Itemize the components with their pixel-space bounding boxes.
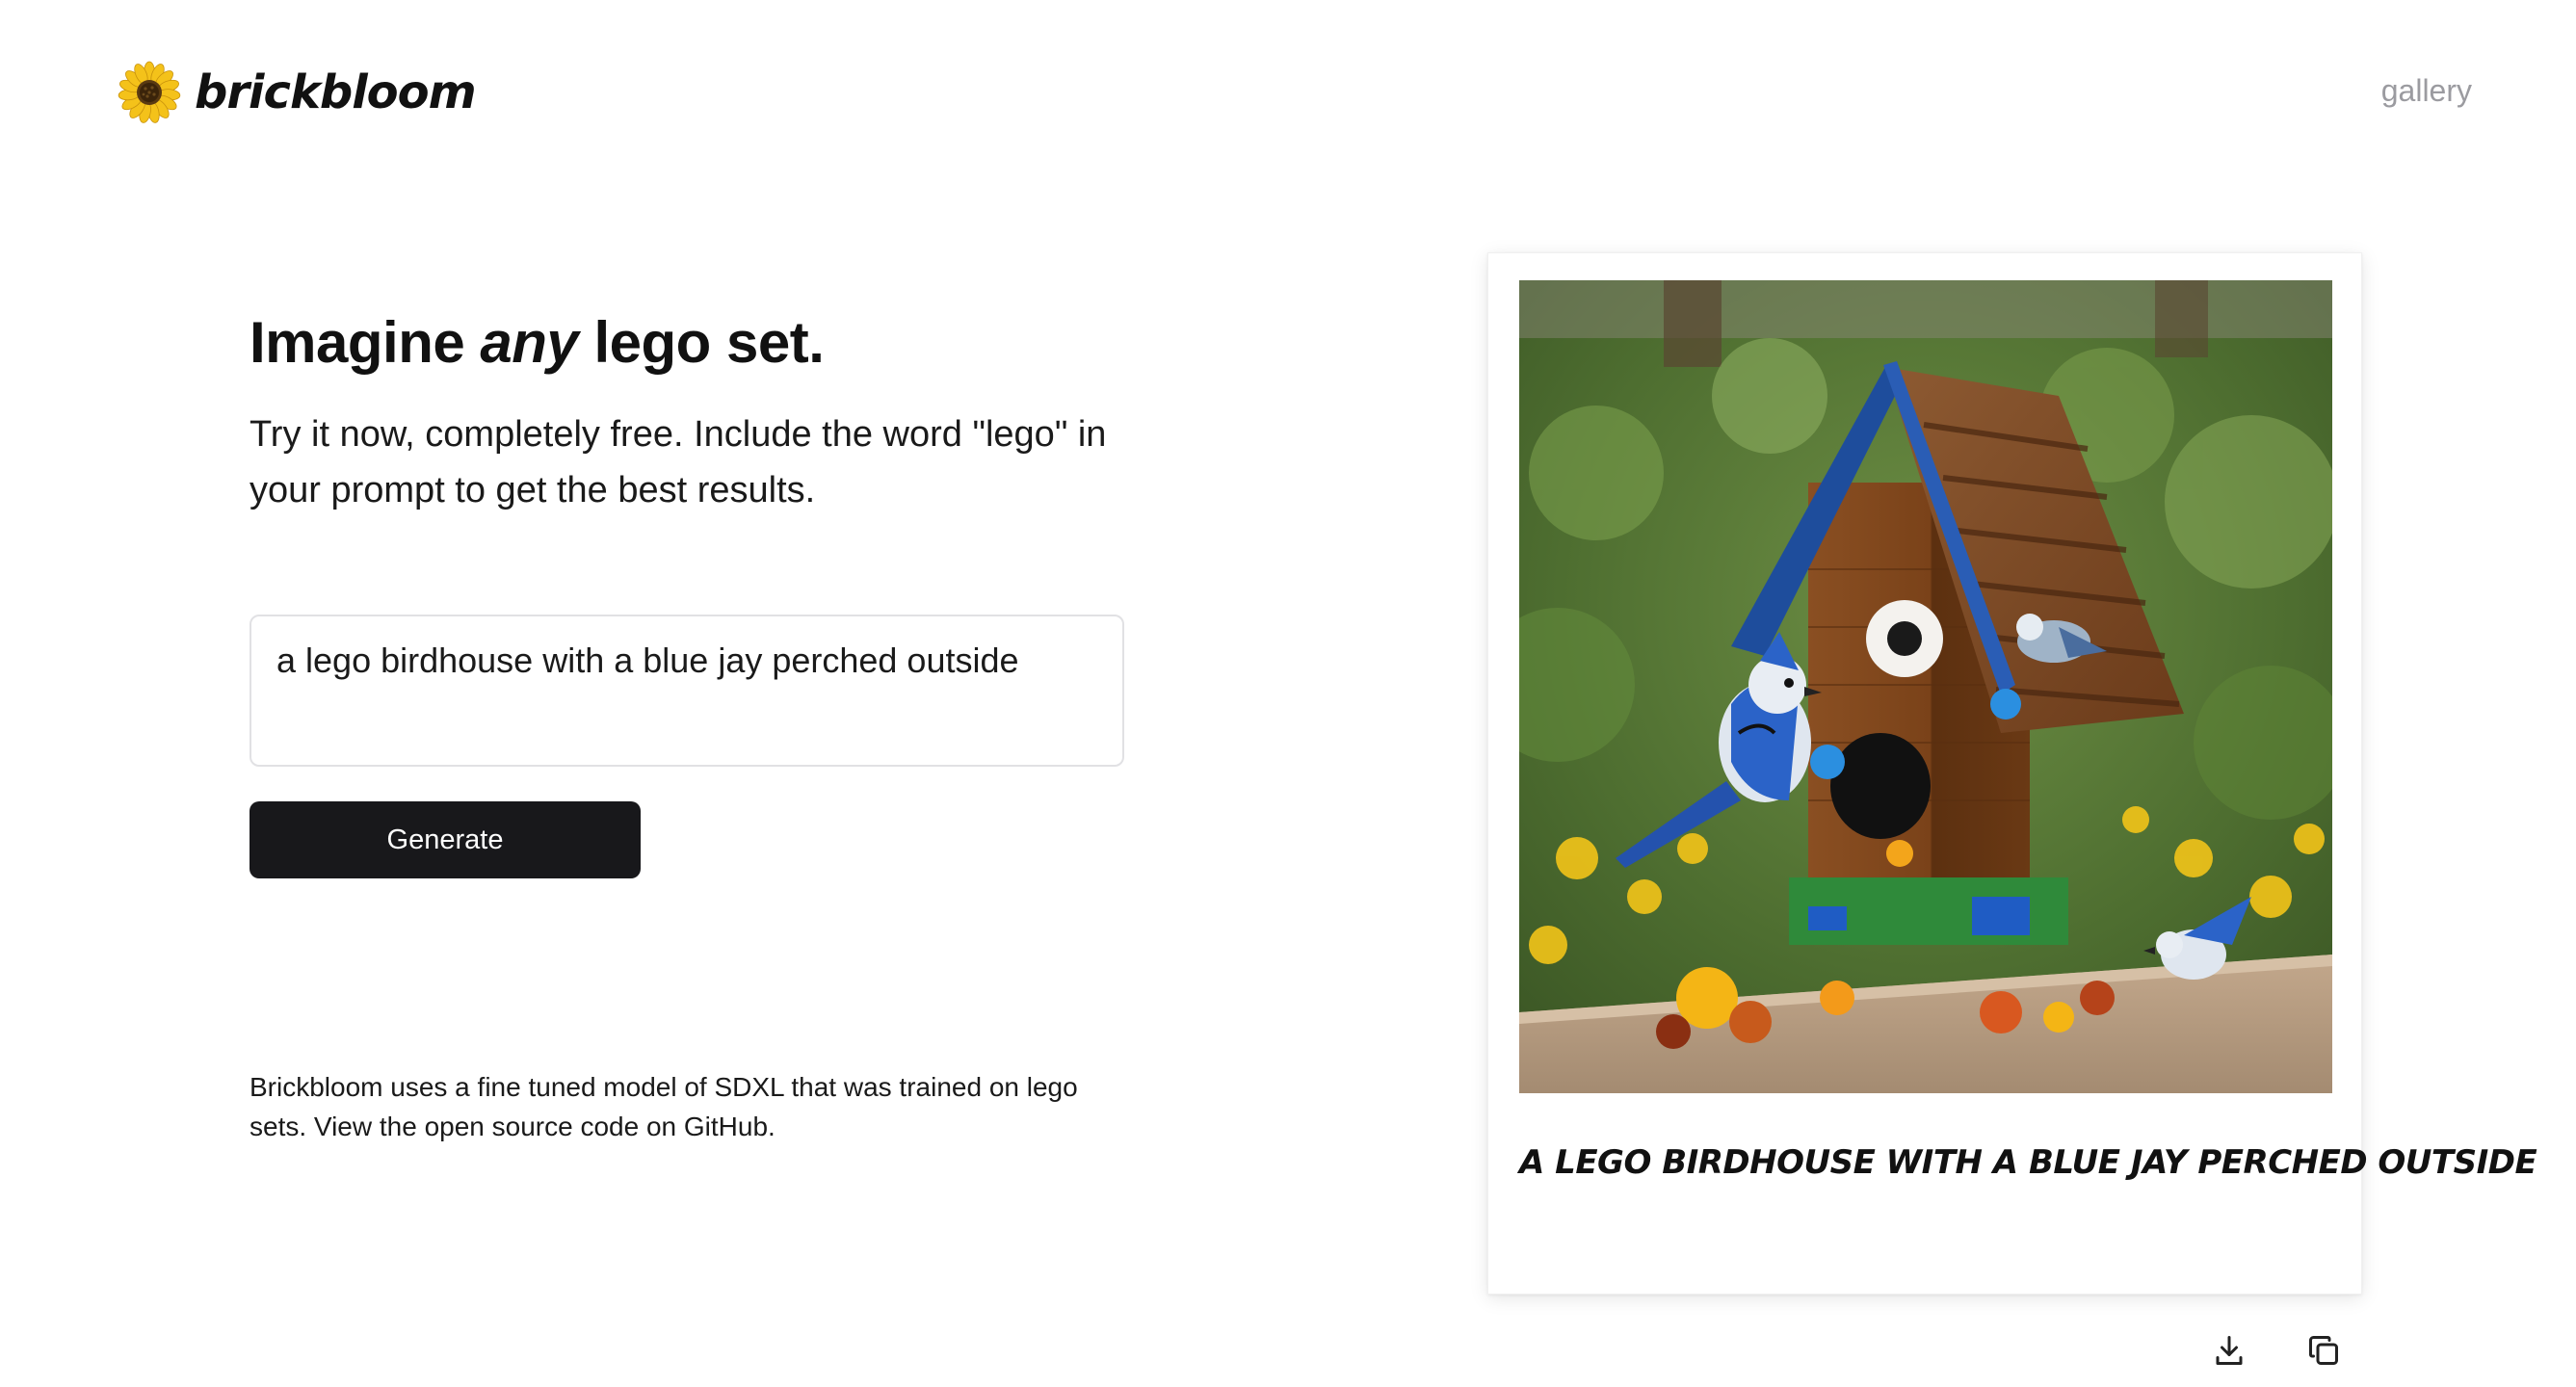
sunflower-icon — [118, 61, 181, 123]
footer-note: Brickbloom uses a fine tuned model of SD… — [250, 1072, 1078, 1141]
page-subtitle: Try it now, completely free. Include the… — [250, 414, 1107, 510]
copy-icon[interactable] — [2306, 1333, 2341, 1368]
prompt-input[interactable] — [250, 615, 1124, 767]
download-icon[interactable] — [2212, 1333, 2247, 1368]
nav-gallery-link[interactable]: gallery — [2381, 75, 2472, 106]
headline-before: Imagine — [250, 310, 481, 375]
result-caption: a lego birdhouse with a blue jay perched… — [1519, 1143, 2537, 1182]
brand-logo-link[interactable]: brickbloom — [118, 60, 477, 125]
headline-after: lego set. — [578, 310, 825, 375]
generate-button[interactable]: Generate — [250, 801, 641, 878]
hero-section: Imagine any lego set. Try it now, comple… — [250, 308, 1126, 1141]
brand-name: brickbloom — [195, 65, 477, 119]
result-card: a lego birdhouse with a blue jay perched… — [1487, 252, 2537, 1295]
generated-image — [1519, 280, 2332, 1093]
headline-emphasis: any — [480, 310, 579, 375]
page-title: Imagine any lego set. — [250, 308, 1126, 378]
